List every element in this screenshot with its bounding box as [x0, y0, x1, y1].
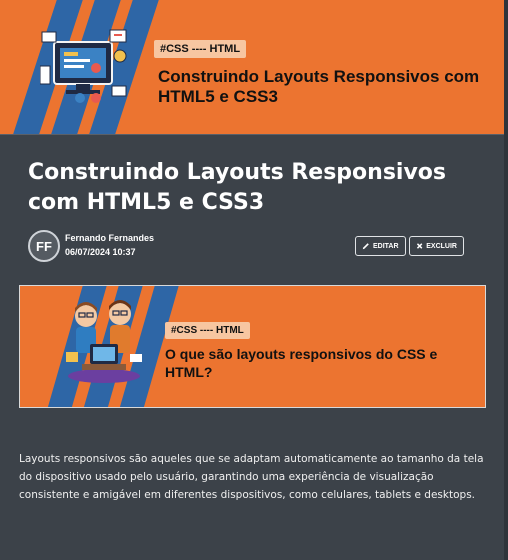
- delete-button-label: EXCLUIR: [426, 242, 457, 250]
- developers-illustration-icon: [66, 300, 142, 383]
- post-date: 06/07/2024 10:37: [65, 247, 136, 257]
- hero-tag: #CSS ---- HTML: [154, 40, 247, 58]
- edit-button-label: EDITAR: [373, 242, 399, 250]
- scrollbar[interactable]: [504, 0, 508, 560]
- page-title: Construindo Layouts Responsivos com HTML…: [28, 160, 447, 215]
- article-image-tag: #CSS ---- HTML: [165, 322, 250, 339]
- pencil-icon: [362, 243, 369, 250]
- edit-button[interactable]: EDITAR: [355, 236, 406, 256]
- avatar: FF: [28, 230, 60, 262]
- hero-banner-image: #CSS ---- HTML Construindo Layouts Respo…: [0, 0, 508, 134]
- divider: [0, 134, 508, 135]
- avatar-initials: FF: [36, 238, 52, 254]
- article-image-title: O que são layouts responsivos do CSS e H…: [165, 346, 438, 380]
- article-paragraph: Layouts responsivos são aqueles que se a…: [19, 453, 484, 501]
- delete-button[interactable]: EXCLUIR: [409, 236, 464, 256]
- developer-illustration-icon: [40, 29, 127, 103]
- close-icon: [416, 243, 423, 249]
- article-image: #CSS ---- HTML O que são layouts respons…: [19, 285, 486, 408]
- hero-banner-title: Construindo Layouts Responsivos com HTML…: [158, 67, 480, 106]
- author-name: Fernando Fernandes: [65, 233, 155, 243]
